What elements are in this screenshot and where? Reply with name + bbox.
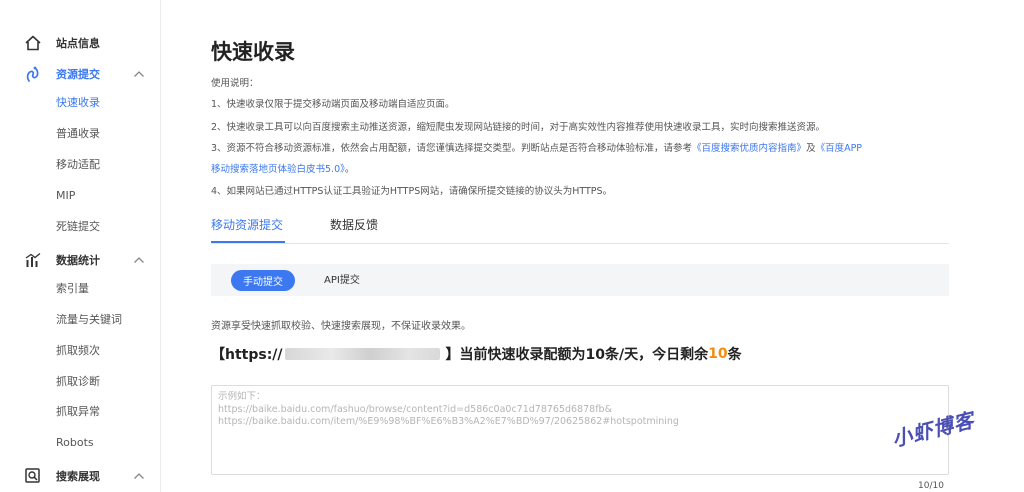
- tab-bar: 移动资源提交 数据反馈: [211, 210, 949, 244]
- textarea-placeholder-line: 示例如下：: [218, 391, 266, 402]
- instruction-line-4: 4、如果网站已通过HTTPS认证工具验证为HTTPS网站，请确保所提交链接的协议…: [211, 186, 613, 197]
- quota-remaining-count: 10: [708, 346, 728, 362]
- instruction-line-3: 3、资源不符合移动资源标准，依然会占用配额，请您谨慎选择提交类型。判断站点是否符…: [211, 142, 862, 156]
- home-icon: [25, 35, 41, 51]
- quota-site-prefix: 【https://: [211, 347, 283, 363]
- textarea-placeholder-line: https://baike.baidu.com/item/%E9%98%BF%E…: [218, 416, 679, 427]
- sidebar-item-crawl-errors[interactable]: 抓取异常: [56, 404, 100, 420]
- instruction-line-3-and: 及: [806, 143, 816, 154]
- api-submit-button[interactable]: API提交: [324, 270, 360, 291]
- sidebar-item-mobile-adapt[interactable]: 移动适配: [56, 157, 100, 173]
- search-display-icon: [25, 468, 40, 483]
- sidebar-item-mip[interactable]: MIP: [56, 188, 75, 204]
- chevron-up-icon[interactable]: [133, 69, 145, 79]
- sidebar-section-label: 搜索展现: [56, 470, 100, 483]
- chevron-up-icon[interactable]: [133, 471, 145, 481]
- sidebar-item-normal-index[interactable]: 普通收录: [56, 126, 100, 142]
- sidebar-section-resource-submit[interactable]: 资源提交: [0, 61, 160, 87]
- tab-mobile-resource-submit[interactable]: 移动资源提交: [211, 216, 283, 244]
- quota-info: 【https:// 】当前快速收录配额为10条/天，今日剩余 10 条: [211, 344, 742, 364]
- quota-unit: 条: [727, 347, 742, 363]
- instruction-line-2: 2、快速收录工具可以向百度搜索主动推送资源，缩短爬虫发现网站链接的时间，对于高实…: [211, 122, 826, 133]
- sidebar-section-label: 数据统计: [56, 254, 100, 267]
- sidebar-item-index-volume[interactable]: 索引量: [56, 281, 89, 297]
- manual-submit-button[interactable]: 手动提交: [231, 270, 295, 291]
- whitepaper-link-part2[interactable]: 移动搜索落地页体验白皮书5.0》: [211, 164, 345, 175]
- quota-counter: 10/10: [918, 481, 944, 491]
- sidebar-section-label: 站点信息: [56, 37, 100, 50]
- chevron-up-icon[interactable]: [133, 255, 145, 265]
- active-tab-indicator: [211, 241, 285, 243]
- sidebar-section-site-info[interactable]: 站点信息: [0, 30, 160, 56]
- sidebar-section-label: 资源提交: [56, 68, 100, 81]
- instructions-heading: 使用说明：: [211, 78, 259, 89]
- bar-chart-icon: [25, 252, 41, 267]
- sidebar-item-traffic-keywords[interactable]: 流量与关键词: [56, 312, 122, 328]
- quota-text: 】当前快速收录配额为10条/天，今日剩余: [445, 347, 709, 363]
- instruction-line-1: 1、快速收录仅限于提交移动端页面及移动端自适应页面。: [211, 99, 455, 110]
- sidebar-item-crawl-diagnosis[interactable]: 抓取诊断: [56, 374, 100, 390]
- redacted-site-url: [284, 348, 440, 360]
- instruction-line-3-cont: 移动搜索落地页体验白皮书5.0》。: [211, 163, 354, 177]
- submit-resource-icon: [26, 66, 39, 82]
- textarea-placeholder-line: https://baike.baidu.com/fashuo/browse/co…: [218, 403, 612, 415]
- tab-data-feedback[interactable]: 数据反馈: [330, 216, 378, 244]
- quality-guide-link[interactable]: 《百度搜索优质内容指南》: [692, 143, 806, 154]
- whitepaper-link-part1[interactable]: 《百度APP: [816, 143, 862, 154]
- sidebar: 站点信息 资源提交 快速收录 普通收录 移动适配 MIP 死链提交 数据统计 索…: [0, 0, 161, 492]
- sidebar-section-search-display[interactable]: 搜索展现: [0, 463, 160, 489]
- sidebar-item-dead-link[interactable]: 死链提交: [56, 219, 100, 235]
- sidebar-item-crawl-frequency[interactable]: 抓取频次: [56, 343, 100, 359]
- sidebar-item-quick-index[interactable]: 快速收录: [56, 95, 100, 111]
- sidebar-section-data-stats[interactable]: 数据统计: [0, 247, 160, 273]
- instruction-line-3-text: 3、资源不符合移动资源标准，依然会占用配额，请您谨慎选择提交类型。判断站点是否符…: [211, 143, 693, 154]
- submit-description: 资源享受快速抓取校验、快速搜索展现，不保证收录效果。: [211, 321, 471, 332]
- instruction-line-3-end: 。: [344, 164, 355, 175]
- sidebar-item-robots[interactable]: Robots: [56, 435, 94, 451]
- url-input-textarea[interactable]: 示例如下： https://baike.baidu.com/fashuo/bro…: [211, 385, 949, 475]
- submit-mode-switcher: 手动提交 API提交: [211, 264, 949, 296]
- page-title: 快速收录: [211, 40, 295, 64]
